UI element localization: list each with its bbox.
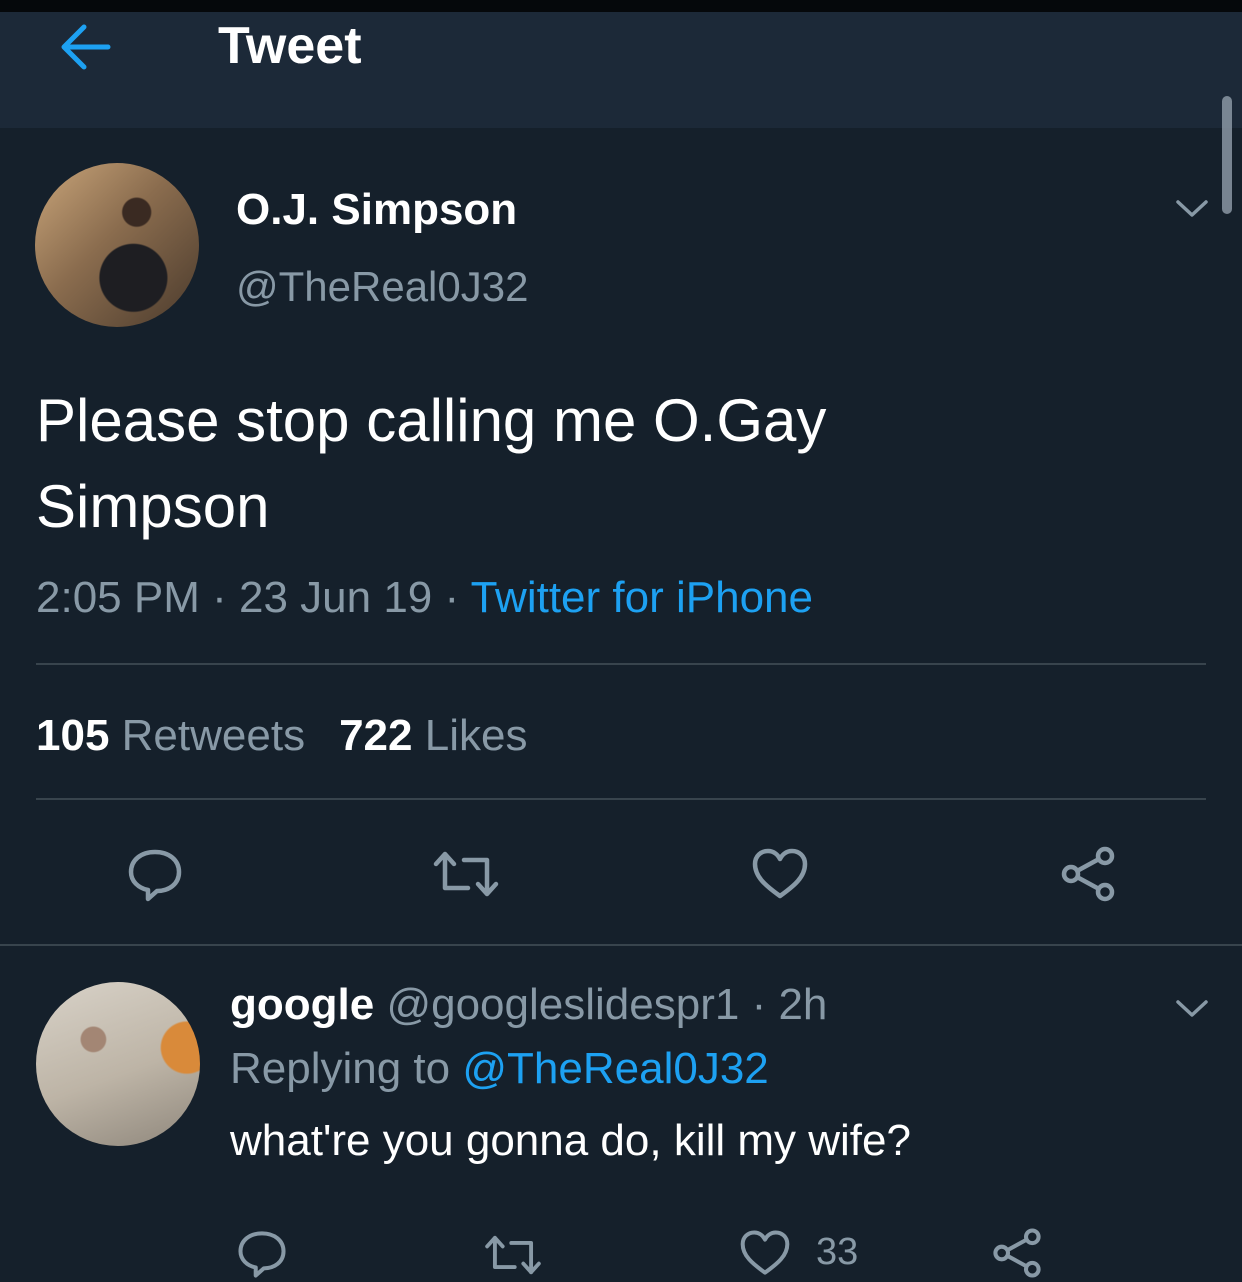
reply-text: what're you gonna do, kill my wife? (230, 1116, 911, 1165)
chevron-down-icon[interactable] (1174, 996, 1210, 1020)
comment-icon[interactable] (126, 846, 184, 904)
reply-author-name[interactable]: google (230, 980, 374, 1029)
avatar[interactable] (36, 982, 200, 1146)
scrollbar[interactable] (1222, 96, 1232, 214)
retweet-icon[interactable] (430, 848, 502, 900)
avatar[interactable] (35, 163, 199, 327)
replying-to: Replying to @TheReal0J32 (230, 1042, 769, 1096)
page-title: Tweet (218, 17, 362, 75)
divider (36, 663, 1206, 665)
top-bar: Tweet (0, 0, 1242, 128)
chevron-down-icon[interactable] (1174, 196, 1210, 220)
tweet-time: 2:05 PM (36, 573, 200, 622)
retweets-label: Retweets (121, 711, 306, 760)
retweets-stat[interactable]: 105 Retweets (36, 711, 305, 760)
divider (36, 798, 1206, 800)
replying-prefix: Replying to (230, 1044, 451, 1093)
reply-like-count: 33 (816, 1231, 859, 1273)
likes-stat[interactable]: 722 Likes (339, 711, 527, 760)
likes-label: Likes (424, 711, 528, 760)
meta-separator: · (212, 573, 239, 622)
share-icon[interactable] (1058, 844, 1118, 904)
meta-separator: · (751, 980, 779, 1029)
author-handle[interactable]: @TheReal0J32 (236, 262, 528, 312)
tweet-source-link[interactable]: Twitter for iPhone (471, 573, 813, 622)
meta-separator: · (444, 573, 471, 622)
comment-icon[interactable] (236, 1228, 288, 1280)
status-strip (0, 0, 1242, 12)
replying-handle-link[interactable]: @TheReal0J32 (462, 1044, 768, 1093)
arrow-left-icon[interactable] (56, 20, 114, 74)
heart-icon[interactable] (738, 1228, 792, 1278)
tweet-text: Please stop calling me O.Gay Simpson (36, 387, 827, 540)
reply-author-handle[interactable]: @googleslidespr1 (386, 980, 739, 1029)
tweet-meta: 2:05 PM · 23 Jun 19 · Twitter for iPhone (36, 572, 813, 624)
tweet-date: 23 Jun 19 (239, 573, 433, 622)
retweet-icon[interactable] (482, 1232, 544, 1278)
heart-icon[interactable] (750, 846, 810, 902)
reply-age: 2h (778, 980, 828, 1029)
share-icon[interactable] (990, 1226, 1044, 1280)
tweet-stats: 105 Retweets 722 Likes (36, 710, 527, 762)
reply-header: google @googleslidespr1 · 2h (230, 978, 827, 1032)
retweets-count: 105 (36, 711, 110, 760)
likes-count: 722 (339, 711, 413, 760)
divider (0, 944, 1242, 946)
author-name[interactable]: O.J. Simpson (236, 184, 517, 236)
